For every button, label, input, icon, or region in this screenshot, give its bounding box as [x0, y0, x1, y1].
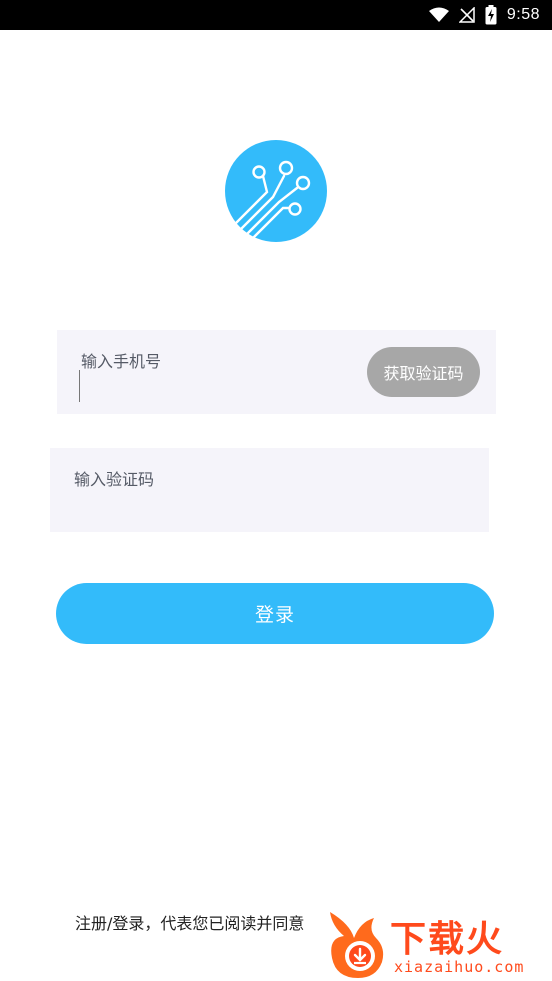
battery-charging-icon — [485, 5, 497, 25]
flame-logo-icon — [330, 912, 384, 978]
watermark: 下载火 xiazaihuo.com — [324, 908, 548, 980]
get-code-button[interactable]: 获取验证码 — [367, 347, 480, 397]
agreement-text[interactable]: 注册/登录，代表您已阅读并同意 — [75, 910, 304, 934]
circuit-logo-icon — [225, 140, 327, 242]
status-bar: 9:58 — [0, 0, 552, 30]
watermark-url: xiazaihuo.com — [394, 958, 525, 976]
code-input[interactable] — [74, 490, 454, 520]
phone-field-container: 输入手机号 获取验证码 — [57, 330, 496, 414]
app-logo — [225, 140, 327, 242]
watermark-brand: 下载火 — [390, 919, 505, 960]
phone-field-label: 输入手机号 — [81, 352, 162, 371]
code-field-container: 输入验证码 — [50, 448, 489, 532]
code-field-label: 输入验证码 — [74, 470, 155, 489]
phone-input[interactable] — [79, 370, 359, 402]
wifi-icon — [428, 7, 449, 23]
no-signal-icon — [458, 7, 475, 23]
login-button[interactable]: 登录 — [56, 583, 494, 644]
status-time: 9:58 — [506, 6, 540, 23]
